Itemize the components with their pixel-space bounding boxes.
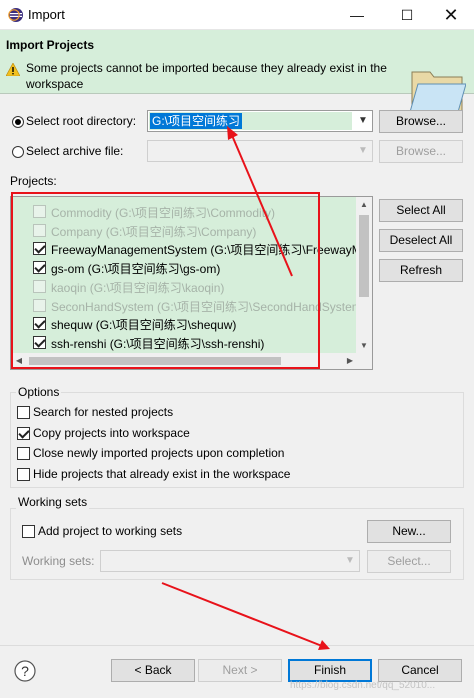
option-checkbox[interactable] bbox=[17, 426, 30, 440]
archive-file-radio[interactable] bbox=[12, 146, 24, 158]
scroll-thumb[interactable] bbox=[359, 215, 369, 297]
browse-archive-button: Browse... bbox=[379, 140, 463, 163]
eclipse-icon bbox=[8, 8, 23, 22]
working-sets-label: Working sets: bbox=[22, 554, 95, 568]
annotation-box bbox=[11, 192, 320, 369]
watermark: https://blog.csdn.net/qq_52010... bbox=[290, 680, 436, 691]
root-directory-label: Select root directory: bbox=[26, 114, 137, 128]
option-label: Close newly imported projects upon compl… bbox=[33, 446, 285, 460]
option-checkbox[interactable] bbox=[17, 406, 30, 419]
page-title: Import Projects bbox=[6, 38, 95, 52]
deselect-all-button[interactable]: Deselect All bbox=[379, 229, 463, 252]
warning-icon bbox=[6, 63, 20, 76]
vertical-scrollbar[interactable]: ▲ ▼ bbox=[356, 197, 372, 354]
chevron-down-icon: ▼ bbox=[358, 145, 368, 156]
root-directory-radio[interactable] bbox=[12, 116, 24, 128]
option-label: Copy projects into workspace bbox=[33, 425, 190, 440]
archive-file-combo[interactable]: ▼ bbox=[147, 140, 373, 162]
root-directory-value: G:\项目空间练习 bbox=[150, 113, 243, 129]
option-checkbox[interactable] bbox=[17, 467, 30, 481]
title-bar: Import — ☐ ✕ bbox=[0, 0, 474, 30]
warning-message: Some projects cannot be imported because… bbox=[26, 61, 387, 91]
browse-button[interactable]: Browse... bbox=[379, 110, 463, 133]
maximize-icon[interactable]: ☐ bbox=[384, 0, 430, 30]
scroll-corner bbox=[356, 353, 372, 369]
option-label: Hide projects that already exist in the … bbox=[33, 466, 291, 481]
minimize-icon[interactable]: — bbox=[334, 0, 380, 30]
scroll-down-icon[interactable]: ▼ bbox=[356, 338, 372, 354]
select-all-button[interactable]: Select All bbox=[379, 199, 463, 222]
window-title: Import bbox=[28, 7, 65, 22]
add-to-working-sets-label: Add project to working sets bbox=[38, 524, 183, 538]
projects-label: Projects: bbox=[10, 174, 57, 188]
select-working-sets-button: Select... bbox=[367, 550, 451, 573]
working-sets-combo: ▼ bbox=[100, 550, 360, 572]
option-checkbox[interactable] bbox=[17, 447, 30, 460]
cancel-button[interactable]: Cancel bbox=[378, 659, 462, 682]
refresh-button[interactable]: Refresh bbox=[379, 259, 463, 282]
next-button: Next > bbox=[198, 659, 282, 682]
back-button[interactable]: < Back bbox=[111, 659, 195, 682]
wizard-banner: Import Projects Some projects cannot be … bbox=[0, 30, 474, 113]
folder-icon bbox=[409, 71, 466, 113]
close-icon[interactable]: ✕ bbox=[428, 0, 474, 30]
options-title: Options bbox=[16, 385, 62, 399]
add-to-working-sets-checkbox[interactable] bbox=[22, 525, 35, 538]
archive-file-label: Select archive file: bbox=[26, 144, 124, 158]
footer-divider bbox=[0, 645, 474, 646]
svg-text:?: ? bbox=[21, 663, 29, 679]
working-sets-title: Working sets bbox=[16, 495, 90, 509]
option-label: Search for nested projects bbox=[33, 405, 174, 419]
annotation-arrow-finish bbox=[161, 582, 323, 647]
root-directory-combo[interactable]: G:\项目空间练习 ▼ bbox=[147, 110, 373, 132]
chevron-down-icon[interactable]: ▼ bbox=[354, 111, 372, 131]
scroll-up-icon[interactable]: ▲ bbox=[356, 197, 372, 213]
chevron-down-icon: ▼ bbox=[345, 555, 355, 566]
new-working-set-button[interactable]: New... bbox=[367, 520, 451, 543]
finish-button[interactable]: Finish bbox=[288, 659, 372, 682]
help-icon[interactable]: ? bbox=[14, 660, 36, 682]
